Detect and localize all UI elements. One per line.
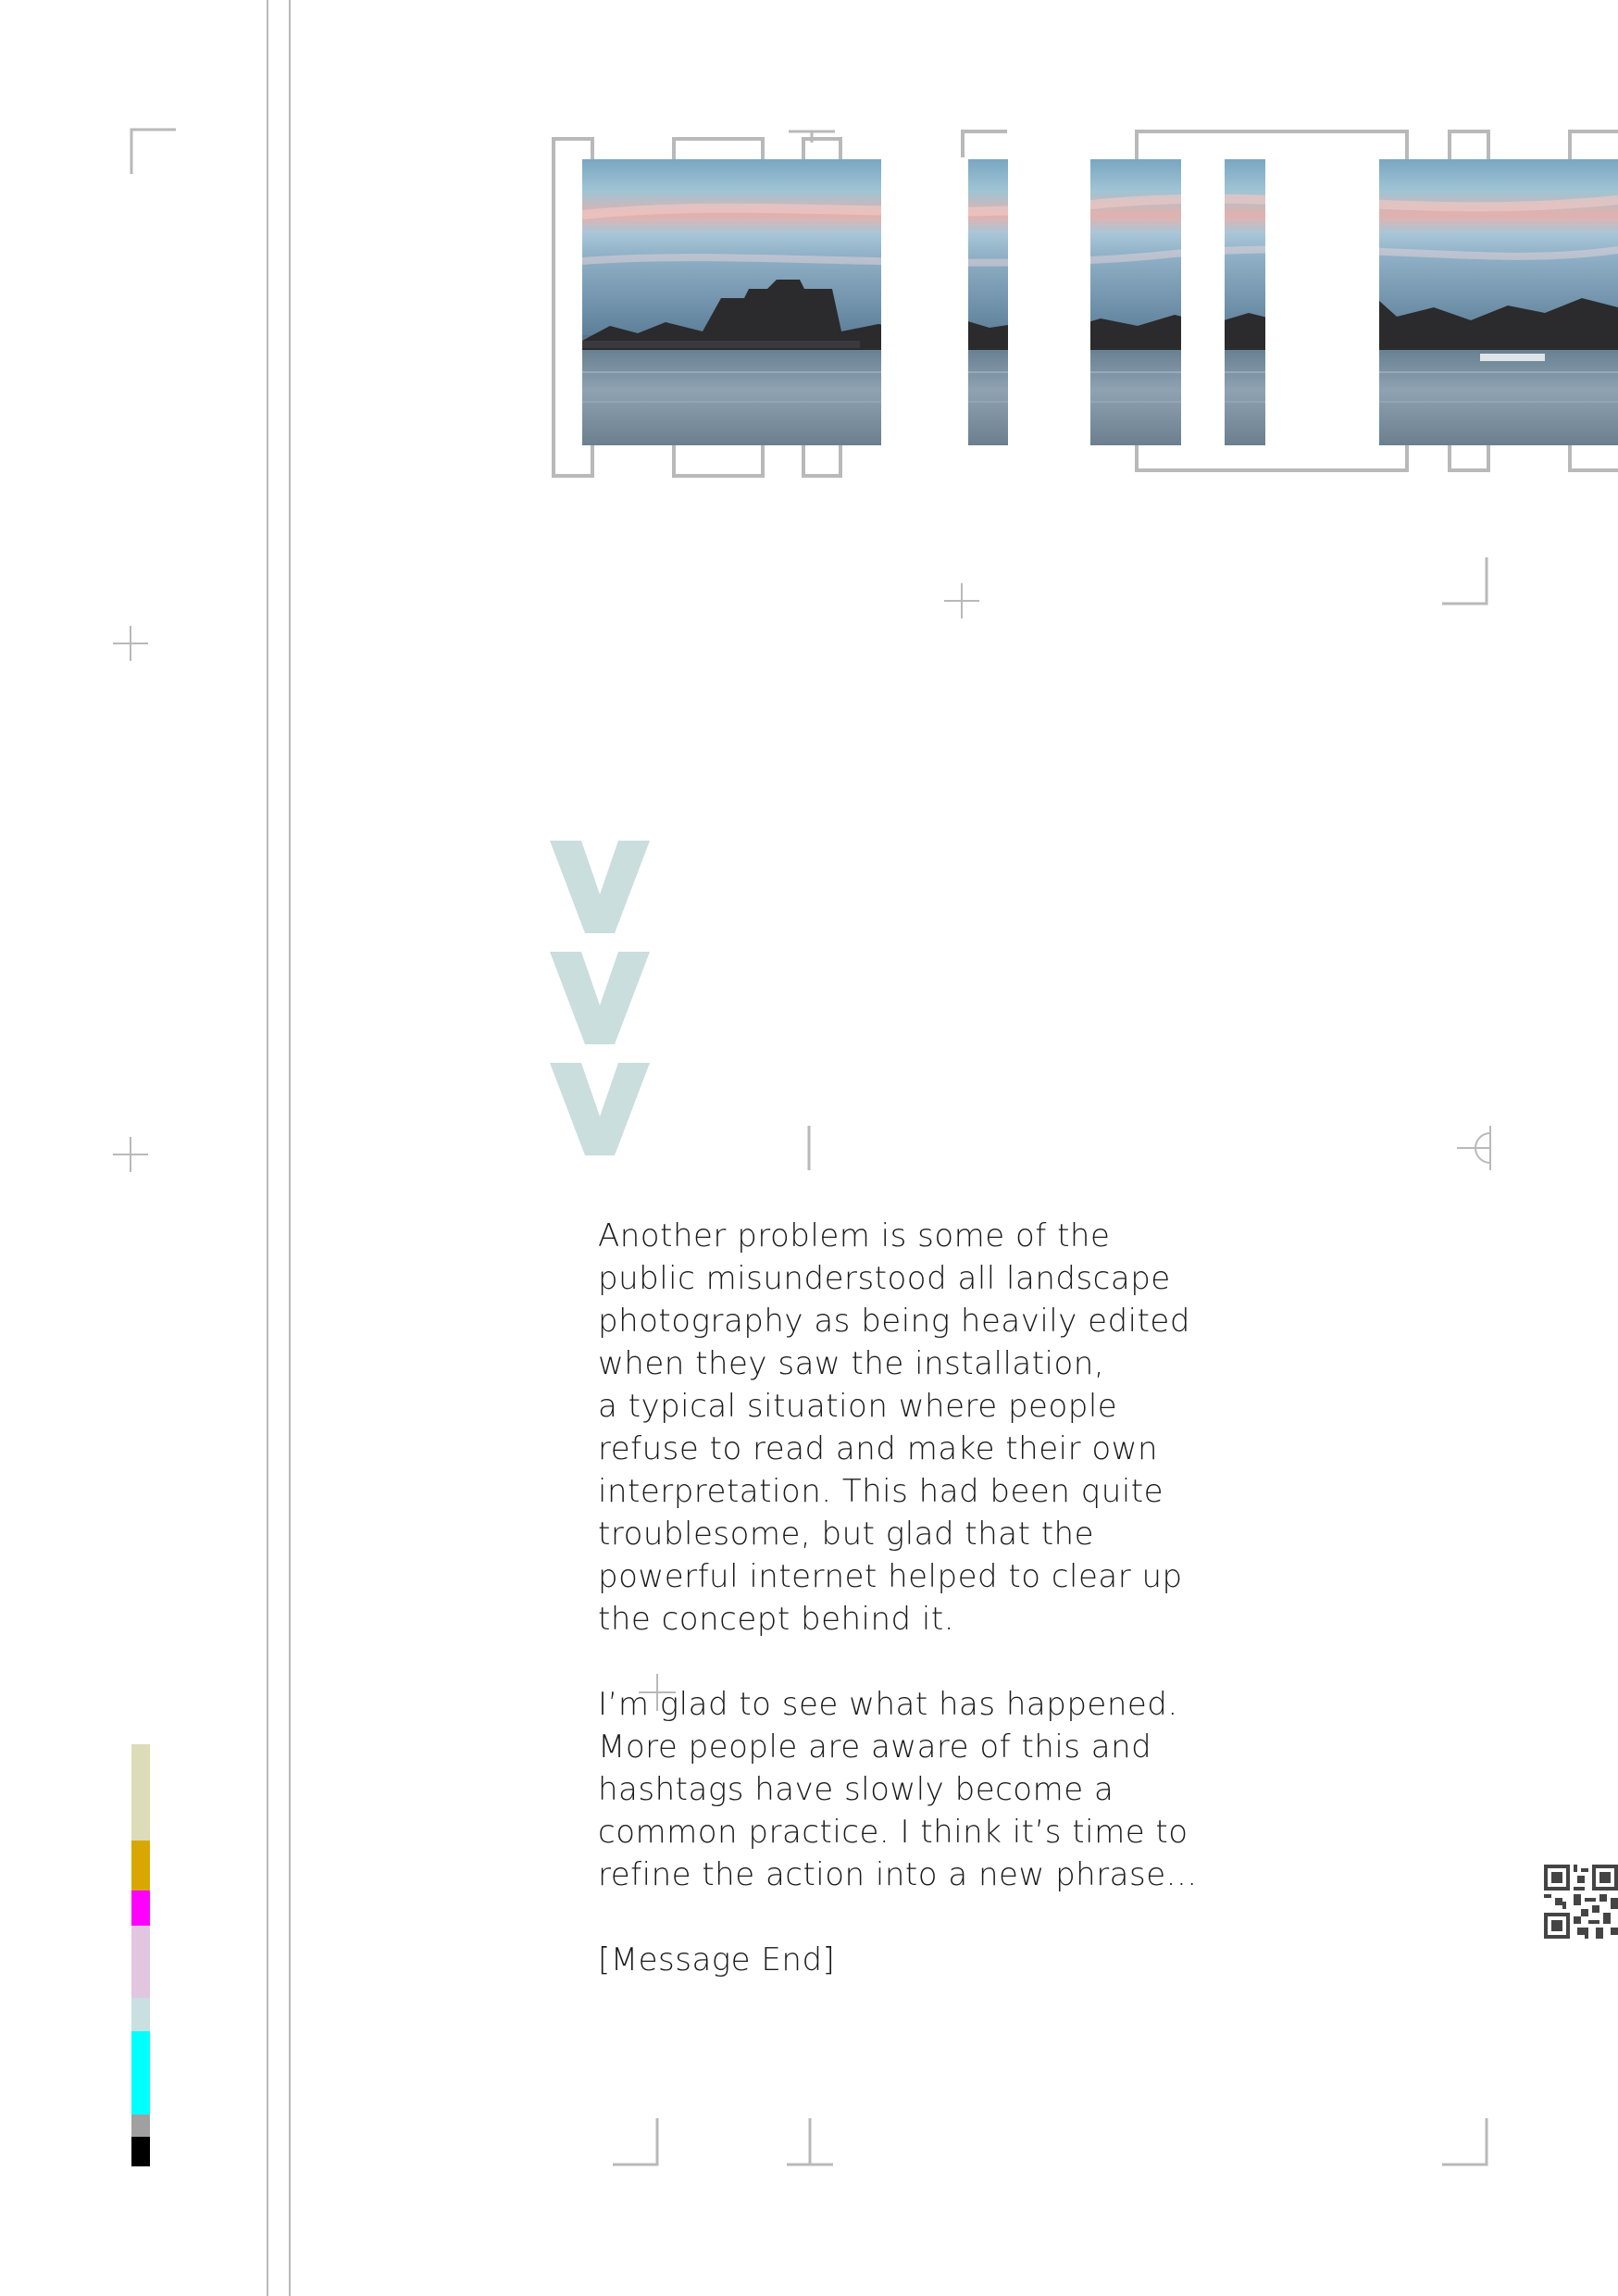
frame-tick (789, 130, 835, 143)
photo-slice (1225, 159, 1265, 445)
crop-mark-bottom-left (613, 2118, 659, 2166)
color-swatch (131, 1890, 150, 1926)
photo-slice (968, 159, 1008, 445)
crop-mark-top-left (130, 128, 176, 174)
color-swatch (131, 1998, 150, 2031)
margin-guide-line-1 (267, 0, 268, 2296)
chevron-down-icon (550, 952, 650, 1044)
photo-slice (1379, 159, 1618, 445)
landscape-photo-strip (582, 159, 1618, 445)
half-circle-mark (1457, 1126, 1491, 1170)
chevron-down-icon (550, 841, 650, 933)
photo-slice (1090, 159, 1181, 445)
color-swatch (131, 1744, 150, 1841)
color-swatch (131, 2031, 150, 2115)
crosshair-mark (113, 626, 148, 661)
margin-guide-line-2 (289, 0, 291, 2296)
qr-code-icon (1544, 1865, 1618, 1939)
crop-mark-bottom-right (1442, 2118, 1488, 2166)
color-swatch (131, 1926, 150, 1998)
crosshair-mark (113, 1137, 148, 1172)
frame-outline (961, 130, 1007, 157)
paragraph: Another problem is some of the public mi… (598, 1217, 1190, 1638)
tick-mark (807, 1126, 811, 1170)
crop-mark-bottom-center (787, 2118, 833, 2166)
article-body: Another problem is some of the public mi… (598, 1215, 1264, 1981)
chevron-down-icon (550, 1063, 650, 1155)
color-swatch (131, 2137, 150, 2166)
crosshair-mark (944, 583, 979, 618)
paragraph: I’m glad to see what has happened. More … (598, 1686, 1198, 1893)
photo-slice (582, 159, 881, 445)
closing-line: [Message End] (598, 1941, 836, 1978)
color-swatch (131, 2115, 150, 2137)
crop-mark-corner (1442, 557, 1488, 605)
color-swatch (131, 1841, 150, 1890)
